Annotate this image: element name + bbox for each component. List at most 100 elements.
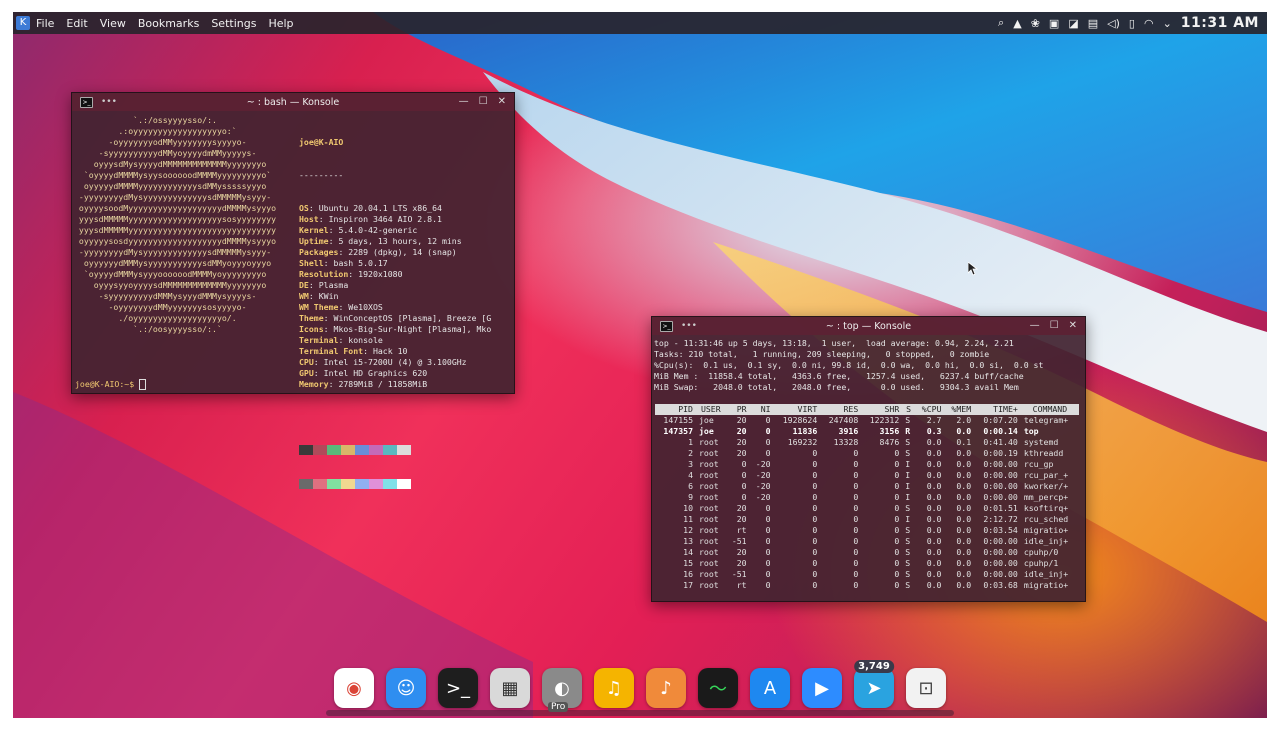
table-cell: 0:00.14 [983,426,1018,436]
battery-icon[interactable]: ▯ [1129,17,1135,30]
column-header[interactable]: NI [749,404,774,415]
column-header[interactable]: %MEM [944,404,975,415]
shell-prompt[interactable]: joe@K-AIO:~$ [75,379,147,390]
table-cell: telegram+ [1023,415,1069,425]
color-swatch [397,445,411,455]
network-icon[interactable]: ◠ [1144,17,1154,30]
chrome-icon[interactable]: ◉ [334,668,374,708]
konsole-top-window[interactable]: >_ ••• ~ : top — Konsole — ☐ ✕ top - 11:… [651,316,1086,602]
terminal-icon[interactable]: >_ [438,668,478,708]
raspberry-icon[interactable]: ❀ [1031,17,1040,30]
table-cell: I [905,470,911,480]
column-header[interactable]: RES [820,404,862,415]
menu-view[interactable]: View [100,17,126,30]
updates-icon[interactable]: ◪ [1068,17,1078,30]
telegram-icon[interactable]: ➤ 3,749 [854,660,894,708]
activity-monitor-icon[interactable]: 〜 [698,668,738,708]
finder-icon[interactable]: ☺ [386,668,426,708]
table-row[interactable]: 12 root rt 0 0 0 0 S 0.0 0.0 0:03.54 migratio+ [655,525,1079,536]
clipboard-icon[interactable]: ▤ [1088,17,1098,30]
summary-line: top - 11:31:46 up 5 days, 13:18, 1 user,… [654,338,1014,348]
info-label: Uptime [299,236,329,246]
table-cell: 0.0 [956,514,972,524]
table-row[interactable]: 6 root 0 -20 0 0 0 I 0.0 0.0 0:00.00 kworker/+ [655,481,1079,492]
table-cell: root [699,448,719,458]
window-titlebar[interactable]: >_ ••• ~ : bash — Konsole — ☐ ✕ [72,93,514,111]
package-icon[interactable]: ▣ [1049,17,1059,30]
kde-menu-icon[interactable]: K [16,16,30,30]
table-row[interactable]: 15 root 20 0 0 0 0 S 0.0 0.0 0:00.00 cpuhp/1 [655,558,1079,569]
color-swatch [383,479,397,489]
table-row[interactable]: 9 root 0 -20 0 0 0 I 0.0 0.0 0:00.00 mm_percp+ [655,492,1079,503]
minimize-icon[interactable]: — [459,96,469,107]
window-titlebar[interactable]: >_ ••• ~ : top — Konsole — ☐ ✕ [652,317,1085,335]
close-icon[interactable]: ✕ [1069,320,1077,331]
column-header[interactable]: VIRT [773,404,821,415]
clock[interactable]: 11:31 AM [1181,15,1259,31]
color-swatches-bottom [299,479,491,491]
app-store-icon[interactable]: A [750,668,790,708]
search-icon[interactable]: ⌕ [998,16,1004,30]
column-header[interactable]: PR [725,404,750,415]
table-row[interactable]: 16 root -51 0 0 0 0 S 0.0 0.0 0:00.00 idle_inj+ [655,569,1079,580]
table-row[interactable]: 147155 joe 20 0 1928624 247408 122312 S 2.7 2.0 0:… [655,415,1079,426]
table-row[interactable]: 147357 joe 20 0 11836 3916 3156 R 0.3 0.0 0:00.14 t… [655,426,1079,437]
info-colon: : [308,291,319,301]
table-cell: 0.0 [956,459,972,469]
table-row[interactable]: 2 root 20 0 0 0 0 S 0.0 0.0 0:00.19 kthreadd [655,448,1079,459]
music-player-icon[interactable]: ♫ [594,668,634,708]
column-header[interactable]: COMMAND [1020,404,1079,415]
ascii-logo-line: `oyyyydMMMMysyysoooooodMMMMyyyyyyyyyo` [74,170,272,180]
minimize-icon[interactable]: — [1030,320,1040,331]
zoom-icon[interactable]: ▶ [802,668,842,708]
volume-icon[interactable]: ◁) [1107,17,1120,30]
table-row[interactable]: 17 root rt 0 0 0 0 S 0.0 0.0 0:03.68 migratio+ [655,580,1079,591]
ascii-logo-line: oyyysdMysyyyydMMMMMMMMMMMMMyyyyyyyo [74,159,267,169]
table-cell: 4 [688,470,693,480]
table-cell: 2:12.72 [983,514,1018,524]
music-icon[interactable]: ♪ [646,668,686,708]
menu-bookmarks[interactable]: Bookmarks [138,17,199,30]
column-header[interactable]: USER [696,404,726,415]
calculator-icon[interactable]: ▦ [490,668,530,708]
close-icon[interactable]: ✕ [498,96,506,107]
summary-line: Tasks: 210 total, 1 running, 209 sleepin… [654,349,990,359]
konsole-bash-window[interactable]: >_ ••• ~ : bash — Konsole — ☐ ✕ `.:/ossy… [71,92,515,489]
drive-icon[interactable]: ▲ [1013,17,1021,30]
earth-pro-icon[interactable]: ◐ Pro [542,668,582,712]
column-header[interactable]: %CPU [914,404,945,415]
table-cell: idle_inj+ [1023,536,1069,546]
table-row[interactable]: 4 root 0 -20 0 0 0 I 0.0 0.0 0:00.00 rcu_par_+ [655,470,1079,481]
table-row[interactable]: 1 root 20 0 169232 13328 8476 S 0.0 0.1 0:41.40 sys… [655,437,1079,448]
table-row[interactable]: 3 root 0 -20 0 0 0 I 0.0 0.0 0:00.00 rcu_gp [655,459,1079,470]
info-row: OS: Ubuntu 20.04.1 LTS x86_64 [299,203,491,214]
table-cell: 0:41.40 [983,437,1018,447]
maximize-icon[interactable]: ☐ [1050,320,1059,331]
column-header[interactable]: TIME+ [974,404,1021,415]
column-header[interactable]: S [902,404,915,415]
menu-help[interactable]: Help [268,17,293,30]
table-row[interactable]: 14 root 20 0 0 0 0 S 0.0 0.0 0:00.00 cpuhp/0 [655,547,1079,558]
menu-settings[interactable]: Settings [211,17,256,30]
column-header[interactable]: SHR [861,404,903,415]
table-cell: 0 [894,569,900,579]
table-cell: -20 [755,492,771,502]
table-row[interactable]: 11 root 20 0 0 0 0 I 0.0 0.0 2:12.72 rcu_sched [655,514,1079,525]
info-label: WM [299,291,309,301]
table-cell: 0:00.00 [983,481,1018,491]
table-row[interactable]: 13 root -51 0 0 0 0 S 0.0 0.0 0:00.00 idle_inj+ [655,536,1079,547]
table-cell: S [905,437,911,447]
info-value: 5 days, 13 hours, 12 mins [338,236,462,246]
table-cell: 0 [812,536,818,546]
menu-file[interactable]: File [36,17,54,30]
table-row[interactable]: 10 root 20 0 0 0 0 S 0.0 0.0 0:01.51 ksoftirq+ [655,503,1079,514]
screenshot-icon[interactable]: ⊡ [906,668,946,708]
ascii-logo-line: `.:/oosyyyysso/:.` [74,324,222,334]
column-header[interactable]: PID [655,404,696,415]
maximize-icon[interactable]: ☐ [479,96,488,107]
menu-edit[interactable]: Edit [66,17,87,30]
info-row: WM: KWin [299,291,491,302]
table-cell: joe [699,426,714,436]
chevron-down-icon[interactable]: ⌄ [1163,17,1172,30]
info-value: Mkos-Big-Sur-Night [Plasma], Mko [333,324,492,334]
